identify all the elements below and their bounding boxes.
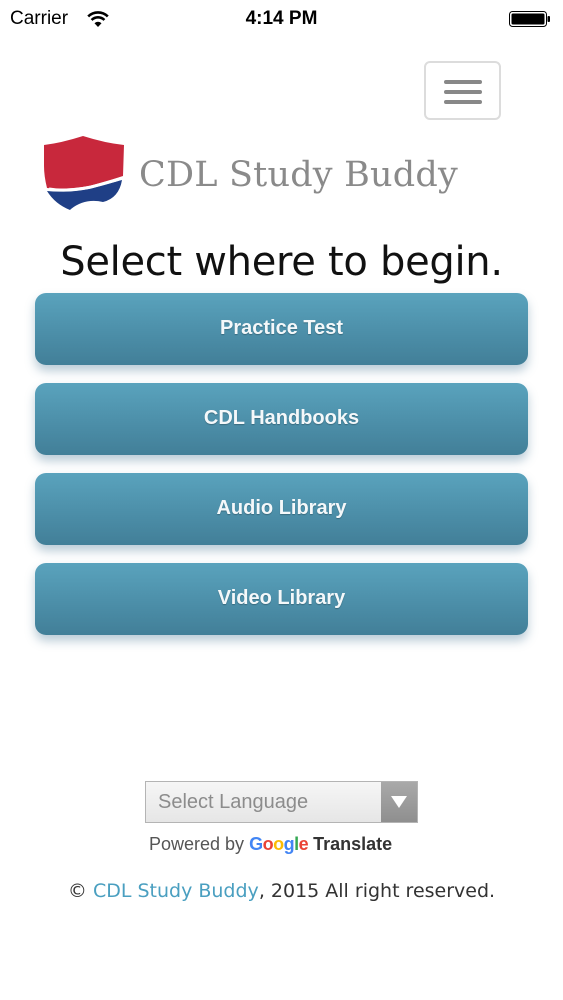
footer-site-link[interactable]: CDL Study Buddy	[93, 880, 259, 902]
audio-library-button[interactable]: Audio Library	[35, 473, 528, 545]
footer-copyright: © CDL Study Buddy, 2015 All right reserv…	[0, 880, 563, 902]
site-logo[interactable]: CDL Study Buddy	[43, 136, 458, 216]
battery-icon	[509, 11, 550, 27]
practice-test-button[interactable]: Practice Test	[35, 293, 528, 365]
dropdown-arrow	[381, 782, 417, 822]
powered-by-label: Powered by	[149, 834, 245, 854]
powered-by-google-translate[interactable]: Powered by Google Translate	[149, 834, 392, 855]
shield-logo-icon	[44, 136, 124, 210]
language-select-value: Select Language	[158, 791, 309, 813]
cdl-handbooks-button[interactable]: CDL Handbooks	[35, 383, 528, 455]
translate-label: Translate	[313, 834, 393, 854]
status-bar: Carrier 4:14 PM	[0, 0, 563, 38]
start-options: Practice Test CDL Handbooks Audio Librar…	[35, 293, 528, 653]
logo-text: CDL Study Buddy	[139, 155, 458, 195]
google-logo-text: Google	[249, 834, 309, 854]
chevron-down-icon	[391, 796, 407, 808]
video-library-button[interactable]: Video Library	[35, 563, 528, 635]
copyright-symbol: ©	[67, 880, 87, 902]
clock: 4:14 PM	[245, 8, 318, 29]
copyright-text: , 2015 All right reserved.	[258, 880, 496, 902]
language-select[interactable]: Select Language	[145, 781, 418, 823]
hamburger-menu-button[interactable]	[424, 61, 501, 120]
page-headline: Select where to begin.	[60, 239, 503, 285]
